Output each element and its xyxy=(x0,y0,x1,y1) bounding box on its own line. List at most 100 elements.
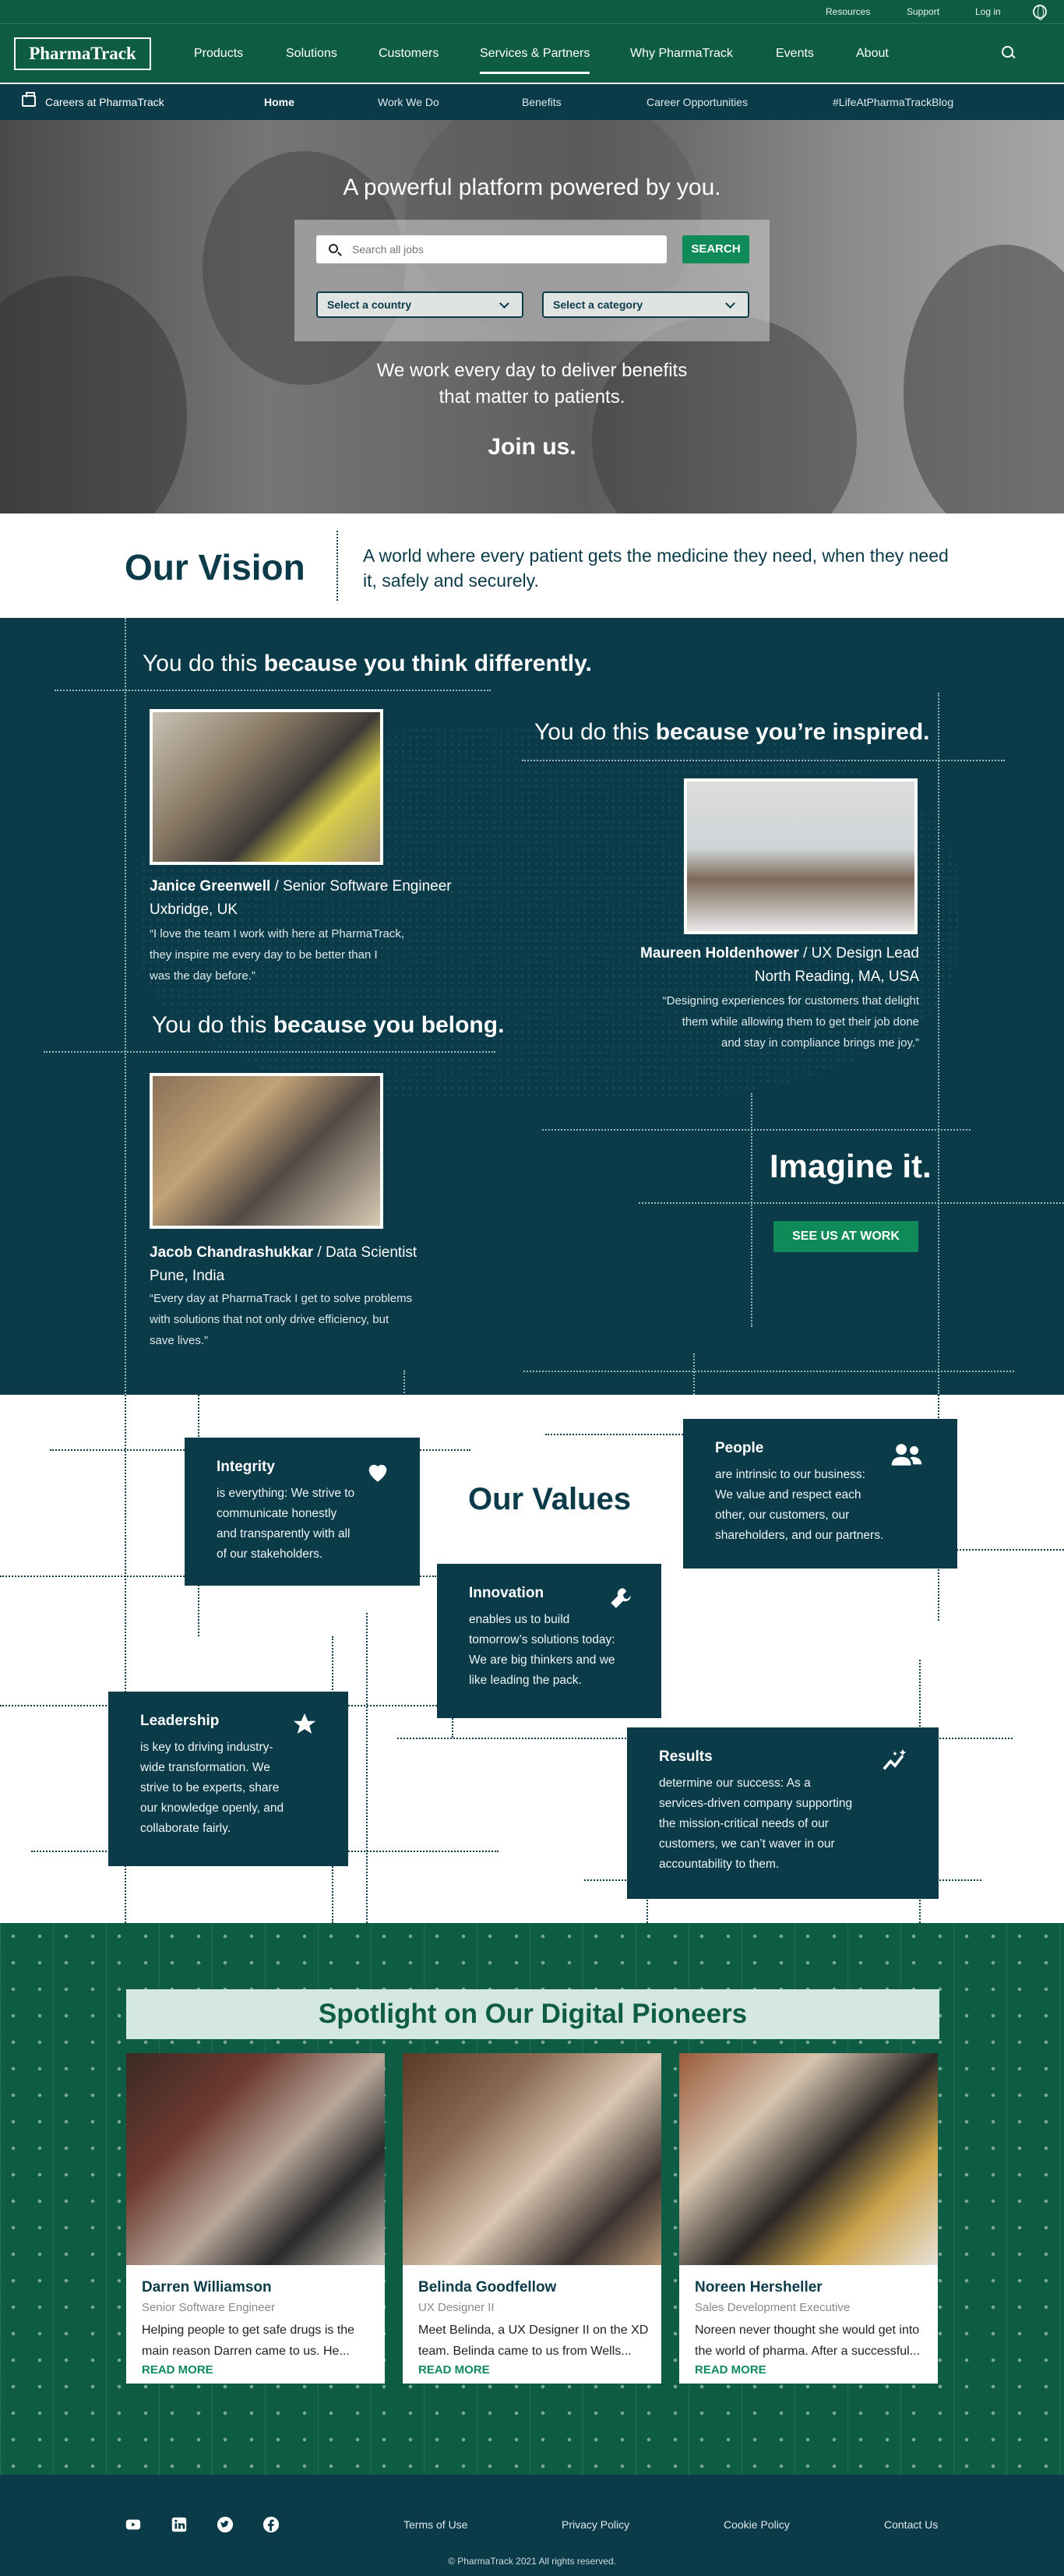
nav-customers[interactable]: Customers xyxy=(379,47,439,61)
value-text-line: shareholders, and our partners. xyxy=(715,1529,884,1542)
nav-events[interactable]: Events xyxy=(776,47,814,61)
quote-janice: “I love the team I work with here at Pha… xyxy=(150,923,404,986)
spotlight-section: Spotlight on Our Digital Pioneers Darren… xyxy=(0,1923,1064,2475)
copyright: © PharmaTrack 2021 All rights reserved. xyxy=(448,2556,616,2567)
person-title: / Senior Software Engineer xyxy=(270,878,452,895)
chevron-down-icon xyxy=(499,298,509,309)
facebook-icon[interactable] xyxy=(262,2516,280,2533)
quote-line: and stay in compliance brings me joy.” xyxy=(720,1036,919,1050)
privacy-link[interactable]: Privacy Policy xyxy=(562,2518,629,2531)
nav-why-pharmatrack[interactable]: Why PharmaTrack xyxy=(630,47,733,61)
pioneer-name: Noreen Hersheller xyxy=(695,2279,823,2295)
globe-icon[interactable] xyxy=(1033,5,1047,20)
value-text: is key to driving industry-wide transfor… xyxy=(140,1738,347,1839)
pioneer-card[interactable]: Belinda Goodfellow UX Designer II Meet B… xyxy=(403,2053,661,2384)
value-text-line: is everything: We strive to xyxy=(217,1487,355,1500)
read-more-link[interactable]: READ MORE xyxy=(695,2363,766,2377)
main-nav: PharmaTrack Products Solutions Customers… xyxy=(0,23,1064,83)
pioneer-card[interactable]: Darren Williamson Senior Software Engine… xyxy=(126,2053,385,2384)
subnav-blog[interactable]: #LifeAtPharmaTrackBlog xyxy=(833,96,953,108)
job-search-panel: Search all jobs SEARCH Select a country … xyxy=(294,220,770,341)
story-heading-pre: You do this xyxy=(152,1012,273,1038)
nav-about[interactable]: About xyxy=(856,47,889,61)
person-maureen: Maureen Holdenhower / UX Design Lead Nort… xyxy=(592,942,919,989)
quote-line: save lives.” xyxy=(150,1334,209,1347)
spotlight-title: Spotlight on Our Digital Pioneers xyxy=(126,1989,939,2039)
subnav-work-we-do[interactable]: Work We Do xyxy=(378,96,439,108)
search-input[interactable]: Search all jobs xyxy=(316,235,667,263)
join-us-heading: Join us. xyxy=(488,434,576,460)
story-heading-pre: You do this xyxy=(534,719,656,745)
value-text-line: accountability to them. xyxy=(659,1858,780,1871)
hero-tagline: We work every day to deliver benefits tha… xyxy=(0,358,1064,411)
see-us-at-work-button[interactable]: SEE US AT WORK xyxy=(773,1221,918,1252)
dotted-line xyxy=(366,1613,368,1923)
hero-title: A powerful platform powered by you. xyxy=(343,175,721,200)
value-text-line: We are big thinkers and we xyxy=(469,1653,615,1667)
country-select[interactable]: Select a country xyxy=(316,291,523,318)
nav-products[interactable]: Products xyxy=(194,47,243,61)
values-section: Our Values Integrity is everything: We s… xyxy=(0,1395,1064,1923)
star-icon xyxy=(293,1713,316,1734)
story-heading-belong: You do this because you belong. xyxy=(152,1012,504,1039)
value-text-line: wide transformation. We xyxy=(140,1761,270,1774)
subnav-benefits[interactable]: Benefits xyxy=(522,96,562,108)
dotted-line xyxy=(403,1371,405,1395)
subnav-career-opportunities[interactable]: Career Opportunities xyxy=(647,96,748,108)
pioneer-photo xyxy=(403,2053,661,2265)
vision-divider xyxy=(336,531,338,601)
value-text-line: and transparently with all xyxy=(217,1527,351,1540)
pioneer-photo xyxy=(679,2053,938,2265)
pioneer-description: Helping people to get safe drugs is the … xyxy=(142,2324,355,2358)
utility-bar: Resources Support Log in xyxy=(0,0,1064,23)
value-card-innovation: Innovation enables us to build tomorrow’s… xyxy=(438,1565,661,1717)
search-button[interactable]: SEARCH xyxy=(682,235,749,263)
read-more-link[interactable]: READ MORE xyxy=(418,2363,490,2377)
quote-line: “I love the team I work with here at Pha… xyxy=(150,927,405,940)
search-icon[interactable] xyxy=(1000,44,1017,62)
careers-title[interactable]: Careers at PharmaTrack xyxy=(45,96,164,108)
dotted-line xyxy=(44,1051,495,1053)
nav-solutions[interactable]: Solutions xyxy=(286,47,337,61)
resources-link[interactable]: Resources xyxy=(826,6,870,17)
terms-link[interactable]: Terms of Use xyxy=(403,2518,467,2531)
value-card-people: People are intrinsic to our business: We … xyxy=(684,1420,957,1568)
nav-services-partners[interactable]: Services & Partners xyxy=(480,47,590,74)
value-text-line: the mission-critical needs of our xyxy=(659,1817,829,1830)
quote-line: was the day before.” xyxy=(150,969,255,983)
country-select-label: Select a country xyxy=(327,298,412,311)
youtube-icon[interactable] xyxy=(125,2516,142,2533)
logo[interactable]: PharmaTrack xyxy=(14,37,151,70)
person-location: Uxbridge, UK xyxy=(150,902,238,918)
subnav-home[interactable]: Home xyxy=(264,96,294,108)
linkedin-icon[interactable] xyxy=(171,2516,188,2533)
heart-icon xyxy=(368,1464,387,1482)
person-name: Jacob Chandrashukkar xyxy=(150,1244,314,1261)
pioneer-card[interactable]: Noreen Hersheller Sales Development Exec… xyxy=(679,2053,938,2384)
value-text-line: customers, we can’t waver in our xyxy=(659,1837,835,1851)
story-heading-different: You do this because you think differentl… xyxy=(143,651,592,677)
story-heading-pre: You do this xyxy=(143,651,264,676)
story-heading-bold: because you’re inspired. xyxy=(655,719,930,745)
people-icon xyxy=(891,1444,922,1466)
value-text-line: of our stakeholders. xyxy=(217,1547,323,1561)
quote-line: them while allowing them to get their jo… xyxy=(682,1015,919,1029)
person-name: Maureen Holdenhower xyxy=(640,945,799,962)
value-text-line: determine our success: As a xyxy=(659,1777,811,1790)
dotted-line xyxy=(125,618,126,1395)
story-heading-inspired: You do this because you’re inspired. xyxy=(534,719,929,746)
value-text: determine our success: As a services-driv… xyxy=(659,1773,938,1875)
twitter-icon[interactable] xyxy=(217,2516,234,2533)
search-icon xyxy=(329,244,338,253)
cookie-link[interactable]: Cookie Policy xyxy=(724,2518,790,2531)
category-select[interactable]: Select a category xyxy=(542,291,749,318)
pioneer-description: Meet Belinda, a UX Designer II on the XD… xyxy=(418,2324,649,2358)
value-text-line: We value and respect each xyxy=(715,1488,861,1501)
pioneer-role: Senior Software Engineer xyxy=(142,2301,275,2314)
login-link[interactable]: Log in xyxy=(975,6,1001,17)
support-link[interactable]: Support xyxy=(907,6,939,17)
read-more-link[interactable]: READ MORE xyxy=(142,2363,213,2377)
contact-link[interactable]: Contact Us xyxy=(884,2518,938,2531)
pioneer-role: Sales Development Executive xyxy=(695,2301,851,2314)
value-text-line: tomorrow’s solutions today: xyxy=(469,1633,615,1646)
